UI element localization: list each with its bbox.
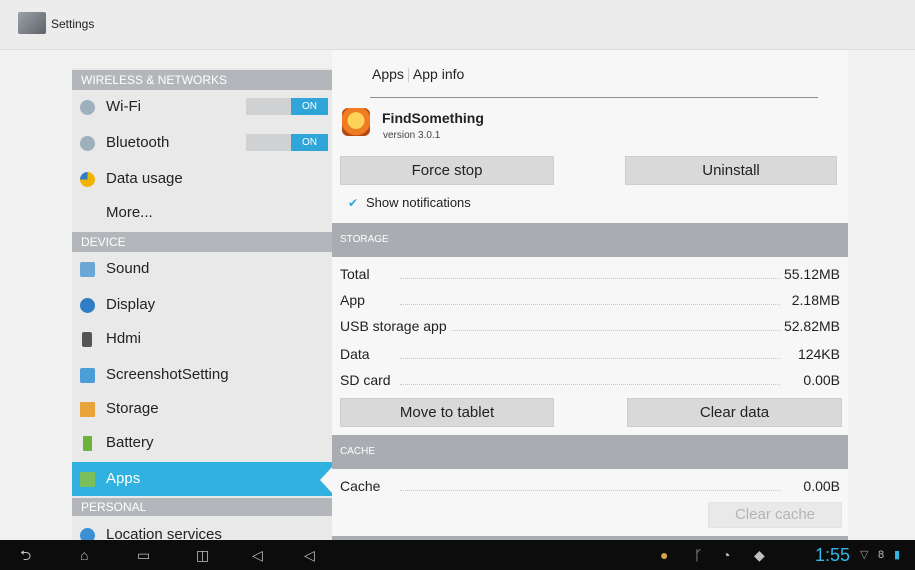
clear-cache-button[interactable]: Clear cache [708, 502, 842, 528]
storage-row-usb: USB storage app 52.82MB [340, 315, 840, 337]
wifi-icon [80, 100, 95, 115]
volume-down-icon[interactable]: ◁ [252, 548, 263, 562]
debug-icon: ◆ [754, 547, 765, 563]
breadcrumb-apps[interactable]: Apps [372, 66, 404, 82]
sidebar-item-sound[interactable]: Sound [72, 252, 332, 286]
force-stop-button[interactable]: Force stop [340, 156, 554, 185]
sidebar-item-label: Data usage [106, 170, 183, 187]
sound-icon [80, 262, 95, 277]
location-icon [80, 528, 95, 540]
cache-row: Cache 0.00B [340, 475, 840, 497]
sidebar-item-battery[interactable]: Battery [72, 426, 332, 460]
section-header-wireless: WIRELESS & NETWORKS [72, 70, 332, 90]
clear-data-button[interactable]: Clear data [627, 398, 842, 427]
app-title: Settings [51, 17, 95, 31]
toggle-on-label: ON [291, 98, 328, 115]
row-value: 0.00B [799, 475, 840, 497]
screenshot-icon [80, 368, 95, 383]
row-value: 52.82MB [779, 315, 840, 337]
action-bar: Settings [0, 0, 915, 50]
row-label: App [340, 289, 369, 311]
system-nav-bar: ⮌ ⌂ ▭ ◫ ◁ ◁ ● ᚴ ◔ ◆ 1:55 ▽ 8 ▮ [0, 540, 915, 570]
row-label: USB storage app [340, 315, 451, 337]
row-value: 55.12MB [779, 263, 840, 285]
wifi-signal-icon: ▽ [860, 549, 869, 561]
breadcrumb-app-info: App info [412, 66, 465, 82]
section-header-device: DEVICE [72, 232, 332, 252]
sidebar-item-data-usage[interactable]: Data usage [72, 162, 332, 196]
storage-row-sdcard: SD card 0.00B [340, 369, 840, 391]
sidebar-item-hdmi[interactable]: Hdmi [72, 322, 332, 356]
checkmark-icon: ✔ [348, 196, 359, 210]
bluetooth-toggle[interactable]: ON [246, 134, 328, 151]
move-to-tablet-button[interactable]: Move to tablet [340, 398, 554, 427]
sidebar-item-more[interactable]: More... [72, 196, 332, 230]
row-value: 124KB [793, 343, 840, 365]
row-label: Total [340, 263, 374, 285]
toggle-on-label: ON [291, 134, 328, 151]
usb-icon: ᚴ [694, 547, 703, 563]
home-icon[interactable]: ⌂ [80, 548, 88, 562]
notification-app-icon[interactable]: ● [660, 548, 668, 562]
bluetooth-status-icon: 8 [878, 549, 885, 561]
back-icon[interactable]: ⮌ [20, 548, 31, 562]
row-value: 0.00B [799, 369, 840, 391]
wifi-status-icon: ◔ [722, 547, 731, 563]
recent-apps-icon[interactable]: ▭ [137, 548, 150, 562]
row-label: SD card [340, 369, 395, 391]
storage-header: STORAGE [332, 223, 848, 257]
storage-row-data: Data 124KB [340, 343, 840, 365]
app-version: version 3.0.1 [383, 130, 441, 141]
sidebar-item-bluetooth[interactable]: Bluetooth ON [72, 126, 332, 160]
battery-status-icon: ▮ [894, 549, 901, 561]
app-name: FindSomething [382, 110, 484, 126]
sidebar-item-label: Apps [106, 470, 141, 487]
app-info-panel: Apps App info FindSomething version 3.0.1… [332, 50, 848, 540]
storage-row-total: Total 55.12MB [340, 263, 840, 285]
sidebar-item-wifi[interactable]: Wi-Fi ON [72, 90, 332, 124]
app-icon [342, 108, 370, 136]
storage-row-app: App 2.18MB [340, 289, 840, 311]
section-header-personal: PERSONAL [72, 498, 332, 516]
sidebar-item-label: Hdmi [106, 330, 142, 347]
sidebar-item-screenshot[interactable]: ScreenshotSetting [72, 358, 332, 392]
status-clock[interactable]: 1:55 [815, 545, 850, 566]
sidebar-item-label: Location services [106, 526, 222, 540]
wifi-toggle[interactable]: ON [246, 98, 328, 115]
show-notifications-label: Show notifications [366, 195, 471, 210]
screenshot-icon[interactable]: ◫ [196, 548, 209, 562]
settings-sidebar: WIRELESS & NETWORKS Wi-Fi ON Bluetooth O… [72, 68, 332, 540]
sidebar-item-storage[interactable]: Storage [72, 392, 332, 426]
sidebar-item-label: Storage [106, 400, 159, 417]
sidebar-item-label: Sound [106, 260, 150, 277]
data-usage-icon [80, 172, 95, 187]
hdmi-icon [82, 332, 92, 347]
breadcrumb-divider [370, 97, 818, 98]
uninstall-button[interactable]: Uninstall [625, 156, 837, 185]
breadcrumb: Apps App info [372, 66, 468, 83]
volume-up-icon[interactable]: ◁ [304, 548, 315, 562]
sidebar-item-label: Battery [106, 434, 154, 451]
selection-arrow [320, 467, 332, 493]
sidebar-item-label: ScreenshotSetting [106, 366, 229, 383]
row-label: Data [340, 343, 374, 365]
row-label: Cache [340, 475, 385, 497]
settings-app-icon[interactable] [18, 12, 46, 34]
display-icon [80, 298, 95, 313]
sidebar-item-apps[interactable]: Apps [72, 462, 332, 496]
apps-icon [80, 472, 95, 487]
storage-icon [80, 402, 95, 417]
sidebar-item-label: More... [106, 204, 153, 221]
sidebar-item-label: Wi-Fi [106, 98, 141, 115]
bluetooth-icon [80, 136, 95, 151]
battery-icon [83, 436, 92, 451]
cache-header: CACHE [332, 435, 848, 469]
show-notifications-checkbox[interactable]: ✔ Show notifications [348, 195, 471, 210]
sidebar-item-location[interactable]: Location services [72, 518, 332, 540]
sidebar-item-label: Bluetooth [106, 134, 170, 151]
row-value: 2.18MB [787, 289, 840, 311]
sidebar-item-label: Display [106, 296, 156, 313]
sidebar-item-display[interactable]: Display [72, 288, 332, 322]
